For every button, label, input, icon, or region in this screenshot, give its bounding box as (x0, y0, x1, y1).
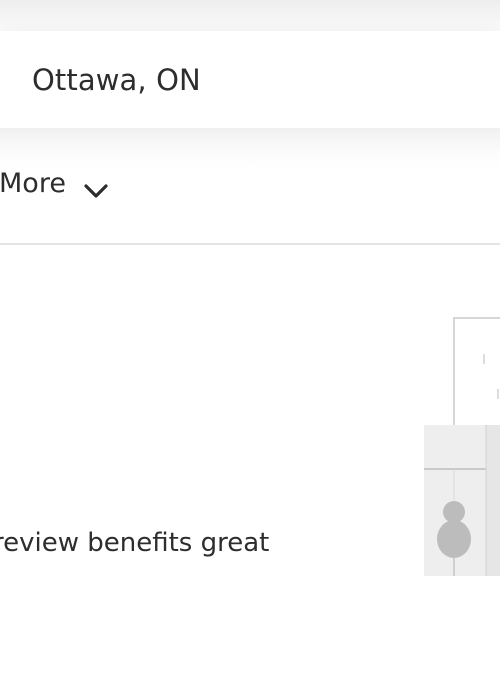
office-people-illustration (420, 317, 500, 577)
chevron-down-icon (84, 175, 108, 198)
more-filters-button[interactable]: More (0, 163, 108, 203)
location-input[interactable] (0, 31, 500, 128)
more-filters-label: More (0, 167, 66, 199)
job-search-screen: More review benefits great (0, 0, 500, 692)
location-search-card (0, 31, 500, 128)
filter-bar: More (0, 128, 500, 245)
results-area: review benefits great (0, 247, 500, 692)
job-snippet-text: review benefits great (0, 528, 270, 558)
